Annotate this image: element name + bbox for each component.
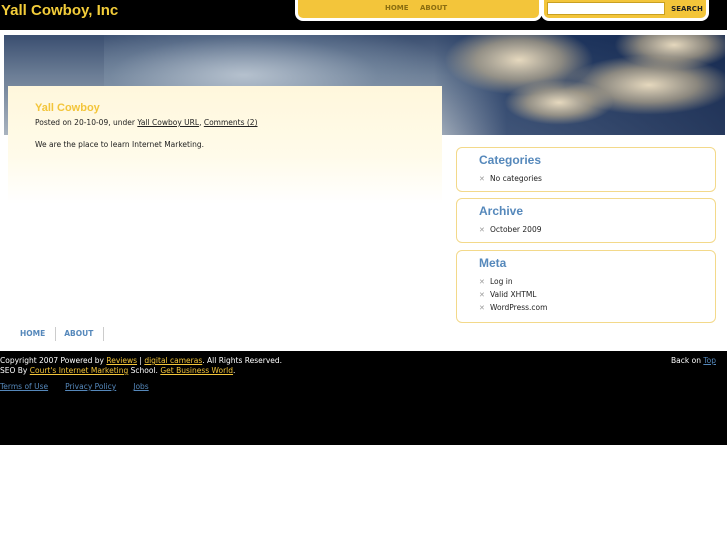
privacy-link[interactable]: Privacy Policy	[65, 382, 116, 391]
top-bar: Yall Cowboy, Inc HOME ABOUT SEARCH	[0, 0, 727, 30]
post-body: We are the place to learn Internet Marke…	[35, 140, 204, 149]
footer-copyright: Copyright 2007 Powered by Reviews | digi…	[0, 356, 283, 365]
post-meta-prefix: Posted on 20-10-09, under	[35, 118, 138, 127]
search-button[interactable]: SEARCH	[668, 2, 706, 15]
terms-link[interactable]: Terms of Use	[0, 382, 48, 391]
reviews-link[interactable]: Reviews	[106, 356, 137, 365]
site-title[interactable]: Yall Cowboy, Inc	[1, 2, 118, 19]
search-form: SEARCH	[541, 0, 709, 21]
bullet-icon: ✕	[479, 175, 485, 183]
meta-title: Meta	[479, 256, 507, 270]
archive-item[interactable]: ✕ October 2009	[479, 223, 542, 236]
jobs-link[interactable]: Jobs	[133, 382, 148, 391]
footer-links: Terms of Use Privacy Policy Jobs	[0, 382, 166, 391]
meta-wordpress-link[interactable]: ✕ WordPress.com	[479, 301, 547, 314]
post-title[interactable]: Yall Cowboy	[35, 102, 100, 114]
post-comments-link[interactable]: Comments (2)	[204, 118, 258, 127]
seo-link[interactable]: Court's Internet Marketing	[30, 366, 129, 375]
nav-about-link[interactable]: ABOUT	[420, 4, 447, 12]
back-to-top: Back on Top	[671, 356, 716, 365]
category-item: ✕ No categories	[479, 172, 542, 185]
meta-login-link[interactable]: ✕ Log in	[479, 275, 547, 288]
business-link[interactable]: Get Business World	[160, 366, 233, 375]
post-meta: Posted on 20-10-09, under Yall Cowboy UR…	[35, 118, 258, 127]
bullet-icon: ✕	[479, 226, 485, 234]
post-card: Yall Cowboy Posted on 20-10-09, under Ya…	[8, 86, 442, 204]
archive-title: Archive	[479, 204, 524, 218]
search-input[interactable]	[547, 2, 665, 15]
bullet-icon: ✕	[479, 304, 485, 312]
nav-home-link[interactable]: HOME	[385, 4, 409, 12]
back-to-top-link[interactable]: Top	[703, 356, 716, 365]
bottom-nav-home[interactable]: HOME	[12, 327, 57, 341]
categories-widget: Categories ✕ No categories	[456, 147, 716, 192]
main-nav: HOME ABOUT	[295, 0, 542, 21]
cameras-link[interactable]: digital cameras	[144, 356, 202, 365]
meta-widget: Meta ✕ Log in ✕ Valid XHTML ✕ WordPress.com	[456, 250, 716, 323]
footer: Copyright 2007 Powered by Reviews | digi…	[0, 351, 727, 445]
bottom-nav-about[interactable]: ABOUT	[56, 327, 105, 341]
bottom-nav: HOME ABOUT	[12, 327, 105, 341]
meta-xhtml-link[interactable]: ✕ Valid XHTML	[479, 288, 547, 301]
categories-title: Categories	[479, 153, 542, 167]
footer-seo: SEO By Court's Internet Marketing School…	[0, 366, 236, 375]
archive-widget: Archive ✕ October 2009	[456, 198, 716, 243]
post-category-link[interactable]: Yall Cowboy URL	[137, 118, 199, 127]
